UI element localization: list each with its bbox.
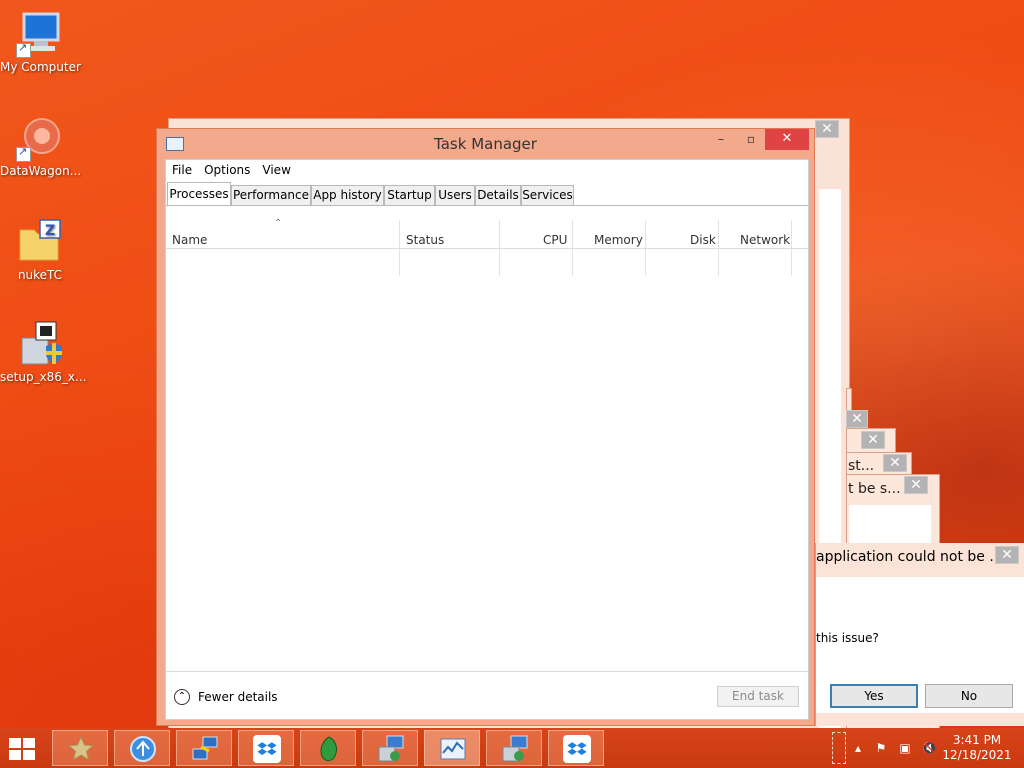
desktop-icon-my-computer[interactable]: My Computer — [0, 10, 81, 74]
network-globe-icon — [130, 736, 156, 762]
close-button[interactable]: ✕ — [765, 129, 809, 150]
datawagon-icon — [16, 114, 64, 162]
taskbar-app-network[interactable] — [114, 730, 170, 766]
column-disk[interactable]: Disk — [690, 233, 716, 277]
close-icon[interactable]: ✕ — [883, 454, 907, 472]
tab-processes[interactable]: Processes — [167, 182, 231, 206]
desktop-icon-nuketc[interactable]: Z nukeTC — [0, 218, 80, 282]
taskbar-resize-handle[interactable] — [832, 732, 846, 764]
installer-icon — [378, 735, 404, 762]
show-hidden-icons-icon[interactable]: ▴ — [851, 741, 865, 755]
taskbar-app-installer-2[interactable] — [486, 730, 542, 766]
taskbar-app-dropbox-2[interactable] — [548, 730, 604, 766]
tab-app-history[interactable]: App history — [311, 185, 384, 205]
close-icon[interactable]: ✕ — [861, 431, 885, 449]
task-manager-content: File Options View Processes Performance Ap… — [165, 159, 809, 720]
desktop-icon-label: My Computer — [0, 60, 81, 74]
desktop-icon-label: setup_x86_x... — [0, 370, 87, 384]
menu-file[interactable]: File — [166, 160, 198, 180]
taskbar-app-remote[interactable] — [176, 730, 232, 766]
svg-text:Z: Z — [45, 223, 55, 239]
menu-bar: File Options View — [166, 160, 297, 180]
header-divider — [166, 248, 808, 249]
close-icon[interactable]: ✕ — [995, 546, 1019, 564]
sort-arrow-icon: ⌃ — [274, 218, 283, 229]
computer-icon — [16, 10, 64, 58]
column-cpu[interactable]: CPU — [543, 233, 567, 277]
start-button[interactable] — [9, 738, 37, 760]
remote-desktop-icon — [192, 736, 218, 760]
dialog-text-fragment: t be s... — [848, 481, 901, 497]
maximize-button[interactable]: ▫ — [738, 129, 764, 150]
taskbar: ▴ ⚑ ▣ 🔇 3:41 PM 12/18/2021 — [0, 728, 1024, 768]
desktop-icon-datawagon[interactable]: DataWagon... — [0, 114, 82, 178]
dialog-message: application could not be ... — [816, 549, 1003, 565]
taskbar-app-gem[interactable] — [300, 730, 356, 766]
tab-details[interactable]: Details — [475, 185, 521, 205]
installer-icon — [502, 735, 528, 762]
menu-view[interactable]: View — [256, 160, 296, 180]
taskbar-app-dropbox[interactable] — [238, 730, 294, 766]
clock-date: 12/18/2021 — [942, 748, 1012, 762]
column-status[interactable]: Status — [406, 233, 444, 277]
column-name[interactable]: Name — [172, 233, 207, 277]
menu-options[interactable]: Options — [198, 160, 256, 180]
close-icon[interactable]: ✕ — [846, 410, 868, 428]
fewer-details-label: Fewer details — [198, 690, 278, 704]
dropbox-icon — [253, 735, 281, 763]
system-clock[interactable]: 3:41 PM 12/18/2021 — [934, 733, 1020, 763]
taskbar-app-task-manager[interactable] — [424, 730, 480, 766]
tab-startup[interactable]: Startup — [384, 185, 435, 205]
yes-button[interactable]: Yes — [830, 684, 918, 708]
desktop-icon-label: DataWagon... — [0, 164, 82, 178]
taskbar-app-installer[interactable] — [362, 730, 418, 766]
favorites-icon — [67, 735, 95, 761]
dialog-question: this issue? — [816, 631, 879, 645]
taskbar-app-favorites[interactable] — [52, 730, 108, 766]
clock-time: 3:41 PM — [952, 733, 1002, 747]
desktop-icon-setup[interactable]: setup_x86_x... — [0, 320, 87, 384]
task-manager-window: Task Manager – ▫ ✕ File Options View Proce… — [156, 128, 815, 726]
folder-icon: Z — [16, 218, 64, 266]
tab-divider — [166, 205, 808, 206]
tab-users[interactable]: Users — [435, 185, 475, 205]
application-error-dialog: application could not be ... this issue?… — [815, 543, 1024, 726]
close-icon[interactable]: ✕ — [904, 476, 928, 494]
minimize-button[interactable]: – — [708, 129, 734, 150]
action-center-flag-icon[interactable]: ⚑ — [874, 741, 888, 755]
chevron-up-icon: ⌃ — [174, 689, 190, 705]
dropbox-icon — [563, 735, 591, 763]
footer-divider — [166, 671, 808, 672]
end-task-button[interactable]: End task — [717, 686, 799, 707]
installer-icon — [16, 320, 64, 368]
desktop-icon-label: nukeTC — [17, 268, 63, 282]
task-manager-icon — [440, 738, 466, 760]
no-button[interactable]: No — [925, 684, 1013, 708]
green-gem-icon — [320, 736, 337, 762]
column-memory[interactable]: Memory — [594, 233, 643, 277]
tab-performance[interactable]: Performance — [231, 185, 311, 205]
tab-services[interactable]: Services — [521, 185, 574, 205]
column-network[interactable]: Network — [740, 233, 790, 277]
fewer-details-button[interactable]: ⌃ Fewer details — [174, 687, 278, 707]
network-icon[interactable]: ▣ — [898, 741, 912, 755]
close-icon[interactable]: ✕ — [815, 120, 839, 138]
dialog-text-fragment: st... — [848, 458, 875, 474]
